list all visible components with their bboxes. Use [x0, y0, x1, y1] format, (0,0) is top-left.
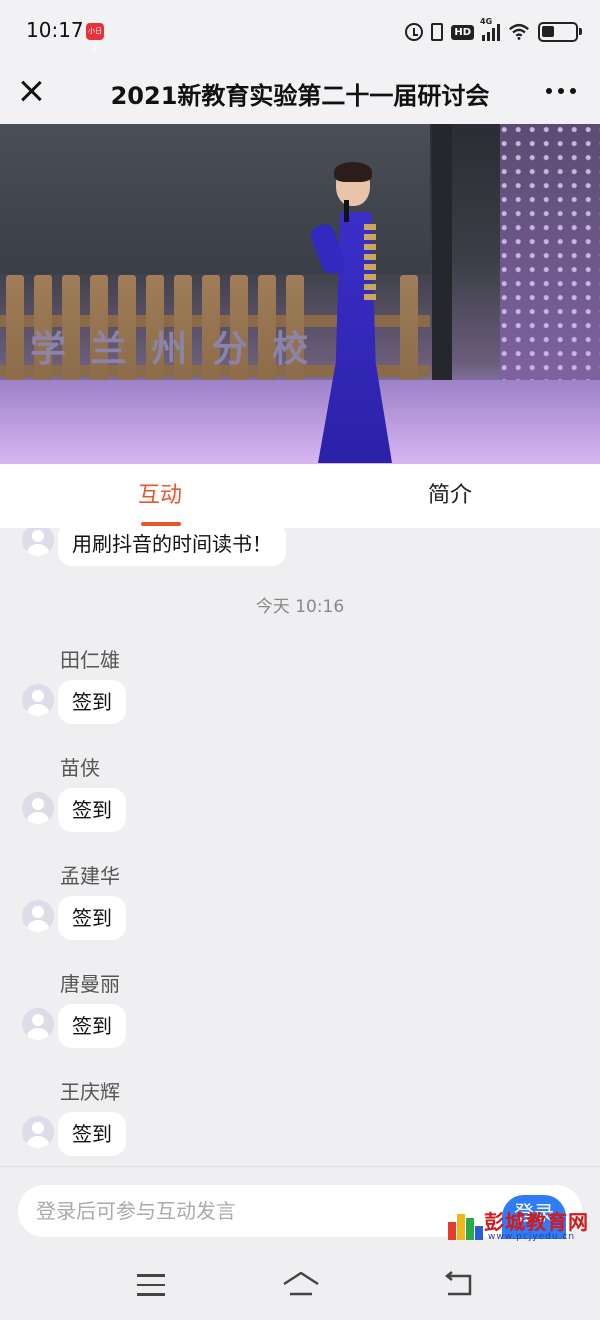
stage-floor — [0, 380, 600, 464]
message-sender: 孟建华 — [60, 864, 120, 888]
message-sender: 唐曼丽 — [60, 972, 120, 996]
vibrate-icon — [431, 23, 444, 41]
avatar — [22, 684, 54, 716]
system-nav-bar — [0, 1250, 600, 1320]
watermark-title: 彭城教育网 — [484, 1210, 589, 1234]
avatar — [22, 528, 54, 556]
status-time: 10:17 — [26, 18, 84, 42]
menu-icon[interactable] — [137, 1274, 165, 1296]
status-icons: HD 4G — [405, 17, 582, 44]
message-timestamp: 今天 10:16 — [255, 597, 345, 617]
tab-bar: 互动 简介 — [0, 464, 600, 528]
status-bar: 10:17 小日历 HD 4G — [0, 0, 600, 62]
message-sender: 田仁雄 — [60, 648, 120, 672]
book-logo-icon — [448, 1210, 483, 1240]
battery-icon — [538, 22, 582, 42]
message-sender: 苗侠 — [60, 756, 100, 780]
stage-banner-text: 学 兰 州 分 校 — [30, 329, 315, 370]
performer — [308, 162, 402, 463]
hd-icon: HD — [451, 24, 474, 40]
close-icon[interactable] — [16, 76, 46, 106]
chat-list[interactable]: 用刷抖音的时间读书！ 今天 10:16 田仁雄 签到 苗侠 签到 孟建华 签到 … — [0, 528, 600, 1166]
tab-interact[interactable]: 互动 — [0, 464, 320, 528]
watermark-url: www.pcjyedu.cn — [488, 1232, 576, 1242]
title-bar: 2021新教育实验第二十一届研讨会 — [0, 62, 600, 124]
alarm-icon — [405, 23, 424, 41]
message-bubble: 签到 — [58, 1112, 126, 1156]
home-icon[interactable] — [282, 1270, 320, 1298]
message-bubble: 用刷抖音的时间读书！ — [58, 528, 286, 566]
live-video-player[interactable]: 学 兰 州 分 校 — [0, 124, 600, 464]
avatar — [22, 1116, 54, 1148]
avatar — [22, 900, 54, 932]
more-options-icon[interactable] — [546, 88, 576, 94]
message-bubble: 签到 — [58, 788, 126, 832]
message-bubble: 签到 — [58, 896, 126, 940]
calendar-app-icon: 小日历 — [86, 23, 104, 52]
active-tab-indicator — [141, 522, 181, 526]
message-bubble: 签到 — [58, 680, 126, 724]
avatar — [22, 792, 54, 824]
page-title: 2021新教育实验第二十一届研讨会 — [110, 82, 490, 110]
site-watermark: 彭城教育网 www.pcjyedu.cn — [444, 1206, 594, 1246]
cellular-signal-icon: 4G — [480, 17, 500, 41]
wifi-icon — [509, 23, 529, 40]
tab-intro[interactable]: 简介 — [300, 464, 600, 528]
message-bubble: 签到 — [58, 1004, 126, 1048]
message-sender: 王庆辉 — [60, 1080, 120, 1104]
back-icon[interactable] — [442, 1270, 474, 1298]
avatar — [22, 1008, 54, 1040]
